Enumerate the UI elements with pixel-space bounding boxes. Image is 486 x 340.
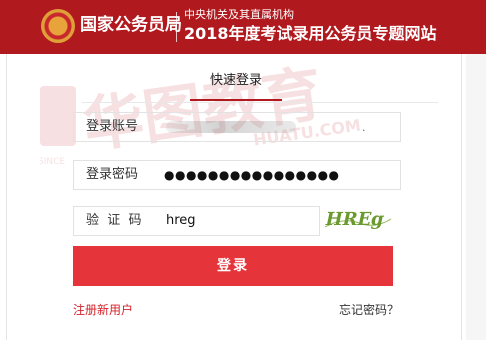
- forgot-password-link[interactable]: 忘记密码？: [339, 302, 399, 318]
- captcha-image[interactable]: HREg: [323, 203, 393, 237]
- account-field[interactable]: 登录账号 .: [73, 112, 401, 142]
- captcha-label: 验 证 码: [86, 213, 142, 228]
- account-visible-suffix: .: [362, 121, 366, 134]
- captcha-field[interactable]: 验 证 码 hreg: [73, 206, 320, 236]
- site-header: 国家公务员局 中央机关及其直属机构 2018年度考试录用公务员专题网站: [0, 0, 486, 54]
- password-label: 登录密码: [86, 167, 139, 182]
- scrollbar-track[interactable]: [466, 54, 486, 340]
- login-button[interactable]: 登录: [73, 246, 393, 286]
- national-emblem-icon: [41, 9, 75, 43]
- tab-quick-login[interactable]: 快速登录: [190, 72, 282, 90]
- org-title: 国家公务员局: [80, 15, 182, 35]
- password-field[interactable]: 登录密码 ●●●●●●●●●●●●●●●●: [73, 160, 401, 190]
- login-panel: [6, 54, 462, 340]
- captcha-text: HREg: [323, 209, 386, 230]
- register-link[interactable]: 注册新用户: [73, 302, 133, 318]
- tab-divider: [82, 102, 438, 103]
- header-subtitle: 中央机关及其直属机构: [184, 8, 294, 21]
- tab-active-indicator: [190, 99, 282, 101]
- account-redacted-value: [166, 121, 296, 133]
- account-label: 登录账号: [86, 119, 139, 134]
- password-masked-value: ●●●●●●●●●●●●●●●●: [164, 168, 340, 182]
- header-main-title: 2018年度考试录用公务员专题网站: [184, 24, 437, 43]
- header-divider: [176, 12, 177, 42]
- captcha-input-value: hreg: [166, 213, 196, 228]
